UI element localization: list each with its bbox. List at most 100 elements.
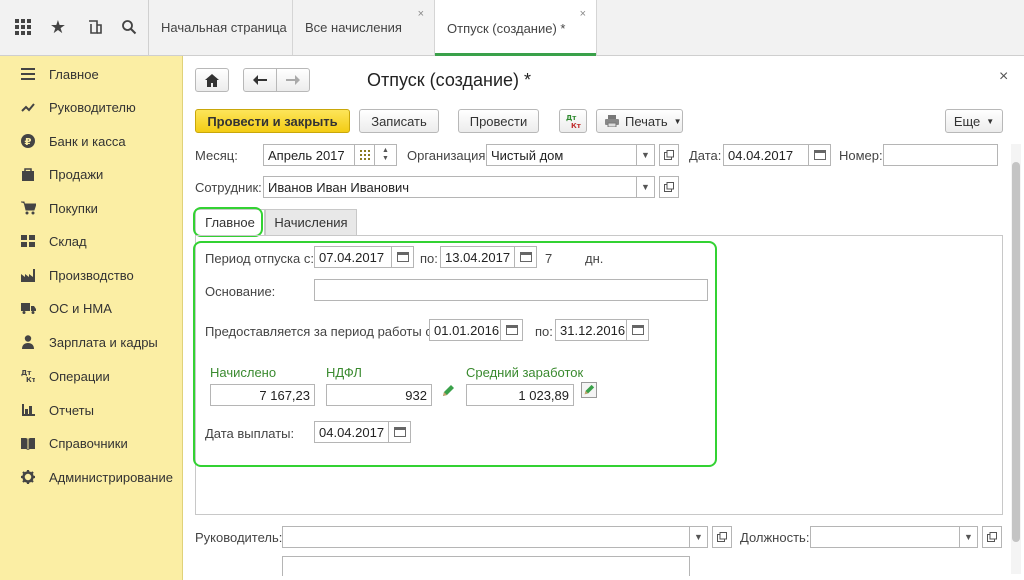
calendar-icon xyxy=(505,325,518,335)
sidebar-item-production[interactable]: Производство xyxy=(0,261,183,289)
calendar-grid-icon xyxy=(359,150,370,160)
sidebar-item-catalogs[interactable]: Справочники xyxy=(0,429,183,457)
post-and-close-button[interactable]: Провести и закрыть xyxy=(195,109,350,133)
apps-grid-icon[interactable] xyxy=(12,16,34,38)
stepper-up-icon[interactable]: ▲ xyxy=(382,147,389,155)
work-period-to-input[interactable]: 31.12.2016 xyxy=(555,319,627,341)
tab-vacation-create[interactable]: Отпуск (создание) * × xyxy=(435,0,597,56)
close-tab-icon[interactable]: × xyxy=(418,8,424,20)
org-input[interactable]: Чистый дом xyxy=(486,144,637,166)
sidebar-item-reports[interactable]: Отчеты xyxy=(0,396,183,424)
top-bar: ★ Начальная страница Все начисления × От… xyxy=(0,0,1024,56)
sidebar-item-purchases[interactable]: Покупки xyxy=(0,194,183,222)
calendar-icon xyxy=(393,427,406,437)
tab-home-page[interactable]: Начальная страница xyxy=(149,0,293,55)
tab-all-accruals[interactable]: Все начисления × xyxy=(293,0,435,55)
sidebar-item-operations[interactable]: Дт Кт Операции xyxy=(0,362,183,390)
period-to-input[interactable]: 13.04.2017 xyxy=(440,246,515,268)
home-button[interactable] xyxy=(195,68,229,92)
search-icon[interactable] xyxy=(118,16,140,38)
employee-dropdown-button[interactable]: ▼ xyxy=(637,176,655,198)
close-form-icon[interactable]: × xyxy=(999,68,1008,86)
sidebar-item-label: Администрирование xyxy=(49,469,173,485)
org-label: Организация: xyxy=(407,148,490,163)
sidebar-item-label: Руководителю xyxy=(49,99,136,115)
next-field-partial[interactable] xyxy=(282,556,690,576)
sidebar-item-sales[interactable]: Продажи xyxy=(0,160,183,188)
manager-dropdown-button[interactable]: ▼ xyxy=(690,526,708,548)
avg-earnings-value[interactable]: 1 023,89 xyxy=(466,384,574,406)
truck-icon xyxy=(20,300,36,316)
history-icon[interactable] xyxy=(84,16,106,38)
work-period-to-calendar-button[interactable] xyxy=(627,319,649,341)
tab-accruals[interactable]: Начисления xyxy=(265,209,357,235)
print-button[interactable]: Печать ▼ xyxy=(596,109,683,133)
svg-text:Дт: Дт xyxy=(566,114,577,122)
work-period-to-label: по: xyxy=(535,324,553,339)
edit-ndfl-icon[interactable] xyxy=(441,384,455,401)
sidebar-item-manager[interactable]: Руководителю xyxy=(0,93,183,121)
manager-open-button[interactable] xyxy=(712,526,732,548)
month-input[interactable]: Апрель 2017 xyxy=(263,144,355,166)
sidebar-item-fixed-assets[interactable]: ОС и НМА xyxy=(0,294,183,322)
sidebar-item-bank[interactable]: ₽ Банк и касса xyxy=(0,127,183,155)
pay-date-label: Дата выплаты: xyxy=(205,426,295,441)
chart-line-icon xyxy=(20,99,36,115)
forward-button[interactable] xyxy=(276,68,310,92)
stepper-down-icon[interactable]: ▼ xyxy=(382,155,389,163)
print-label: Печать xyxy=(625,113,668,129)
position-input[interactable] xyxy=(810,526,960,548)
work-period-from-input[interactable]: 01.01.2016 xyxy=(429,319,501,341)
open-link-icon xyxy=(987,532,997,542)
form-scrollbar[interactable] xyxy=(1011,144,1021,574)
date-calendar-button[interactable] xyxy=(809,144,831,166)
accrued-value[interactable]: 7 167,23 xyxy=(210,384,315,406)
scrollbar-thumb[interactable] xyxy=(1012,162,1020,542)
tab-label: Начальная страница xyxy=(161,20,287,35)
work-period-from-calendar-button[interactable] xyxy=(501,319,523,341)
ruble-coin-icon: ₽ xyxy=(20,133,36,149)
sidebar-item-label: Покупки xyxy=(49,200,98,216)
month-stepper[interactable]: ▲ ▼ xyxy=(375,144,397,166)
month-picker-button[interactable] xyxy=(355,144,375,166)
dropdown-arrow-icon: ▼ xyxy=(673,116,682,126)
date-input[interactable]: 04.04.2017 xyxy=(723,144,809,166)
period-from-calendar-button[interactable] xyxy=(392,246,414,268)
employee-input[interactable]: Иванов Иван Иванович xyxy=(263,176,637,198)
period-from-input[interactable]: 07.04.2017 xyxy=(314,246,392,268)
sidebar-item-payroll[interactable]: Зарплата и кадры xyxy=(0,328,183,356)
open-link-icon xyxy=(664,182,674,192)
pay-date-calendar-button[interactable] xyxy=(389,421,411,443)
save-button[interactable]: Записать xyxy=(359,109,439,133)
calendar-icon xyxy=(519,252,532,262)
sidebar-item-main[interactable]: Главное xyxy=(0,60,183,88)
book-icon xyxy=(20,435,36,451)
pay-date-input[interactable]: 04.04.2017 xyxy=(314,421,389,443)
sidebar-item-label: Склад xyxy=(49,233,87,249)
star-icon[interactable]: ★ xyxy=(47,16,69,38)
calendar-icon xyxy=(631,325,644,335)
position-dropdown-button[interactable]: ▼ xyxy=(960,526,978,548)
number-input[interactable] xyxy=(883,144,998,166)
manager-input[interactable] xyxy=(282,526,690,548)
svg-text:Кт: Кт xyxy=(26,376,35,383)
close-tab-icon[interactable]: × xyxy=(580,8,586,20)
post-button[interactable]: Провести xyxy=(458,109,539,133)
back-button[interactable] xyxy=(243,68,277,92)
sidebar-item-administration[interactable]: Администрирование xyxy=(0,463,183,491)
employee-open-button[interactable] xyxy=(659,176,679,198)
ndfl-value[interactable]: 932 xyxy=(326,384,432,406)
period-to-calendar-button[interactable] xyxy=(515,246,537,268)
month-label: Месяц: xyxy=(195,148,238,163)
number-label: Номер: xyxy=(839,148,883,163)
basis-input[interactable] xyxy=(314,279,708,301)
bag-icon xyxy=(20,166,36,182)
edit-avg-earnings-icon[interactable] xyxy=(581,382,597,398)
sidebar-item-warehouse[interactable]: Склад xyxy=(0,227,183,255)
position-open-button[interactable] xyxy=(982,526,1002,548)
org-open-button[interactable] xyxy=(659,144,679,166)
dt-kt-button[interactable]: Дт Кт xyxy=(559,109,587,133)
more-button[interactable]: Еще ▼ xyxy=(945,109,1003,133)
dropdown-arrow-icon: ▼ xyxy=(694,532,703,542)
org-dropdown-button[interactable]: ▼ xyxy=(637,144,655,166)
